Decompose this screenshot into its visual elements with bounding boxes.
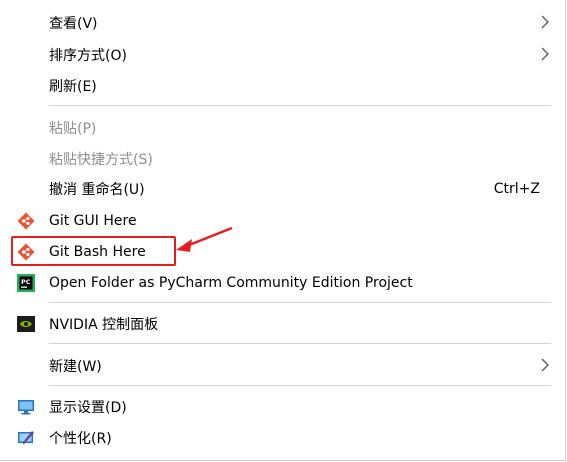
menu-item-display-settings[interactable]: 显示设置(D) bbox=[0, 391, 560, 422]
menu-item-label: 粘贴(P) bbox=[49, 120, 97, 137]
menu-item-open-in-pycharm[interactable]: PC Open Folder as PyCharm Community Edit… bbox=[0, 267, 560, 298]
menu-item-label: 显示设置(D) bbox=[49, 399, 127, 416]
menu-separator bbox=[49, 302, 551, 303]
menu-item-label: 新建(W) bbox=[49, 358, 102, 375]
menu-item-git-gui-here[interactable]: Git GUI Here bbox=[0, 205, 560, 236]
menu-item-paste-shortcut: 粘贴快捷方式(S) bbox=[0, 143, 560, 174]
svg-text:PC: PC bbox=[21, 278, 31, 286]
menu-item-sort-by[interactable]: 排序方式(O) bbox=[0, 39, 560, 70]
menu-item-label: 查看(V) bbox=[49, 15, 98, 32]
nvidia-icon bbox=[17, 316, 35, 332]
menu-separator bbox=[49, 105, 551, 106]
menu-item-label: 个性化(R) bbox=[49, 430, 112, 447]
menu-separator bbox=[49, 385, 551, 386]
menu-item-label: 排序方式(O) bbox=[49, 47, 127, 64]
menu-item-label: Git GUI Here bbox=[49, 212, 137, 229]
chevron-right-icon bbox=[541, 47, 549, 61]
menu-item-label: 刷新(E) bbox=[49, 78, 97, 95]
shortcut-text: Ctrl+Z bbox=[493, 180, 540, 197]
context-menu: 查看(V) 排序方式(O) 刷新(E) 粘贴(P) 粘贴快捷方式(S) 撤消 重… bbox=[0, 0, 566, 461]
menu-separator bbox=[49, 343, 551, 344]
menu-item-label: NVIDIA 控制面板 bbox=[49, 316, 159, 333]
menu-item-new[interactable]: 新建(W) bbox=[0, 350, 560, 381]
display-icon bbox=[18, 400, 34, 415]
menu-item-refresh[interactable]: 刷新(E) bbox=[0, 70, 560, 101]
menu-item-label: 撤消 重命名(U) bbox=[49, 181, 145, 198]
menu-item-personalize[interactable]: 个性化(R) bbox=[0, 422, 560, 453]
personalize-icon bbox=[18, 431, 34, 445]
menu-item-label: Open Folder as PyCharm Community Edition… bbox=[49, 274, 413, 291]
pycharm-icon: PC bbox=[17, 274, 35, 292]
menu-item-view[interactable]: 查看(V) bbox=[0, 7, 560, 38]
menu-item-paste: 粘贴(P) bbox=[0, 112, 560, 143]
menu-item-label: 粘贴快捷方式(S) bbox=[49, 151, 153, 168]
chevron-right-icon bbox=[541, 15, 549, 29]
menu-item-undo-rename[interactable]: 撤消 重命名(U) Ctrl+Z bbox=[0, 173, 560, 204]
chevron-right-icon bbox=[541, 358, 549, 372]
annotation-highlight-box bbox=[11, 236, 176, 266]
menu-item-nvidia-control-panel[interactable]: NVIDIA 控制面板 bbox=[0, 308, 560, 339]
annotation-arrow-icon bbox=[176, 226, 233, 252]
git-icon bbox=[17, 212, 35, 230]
